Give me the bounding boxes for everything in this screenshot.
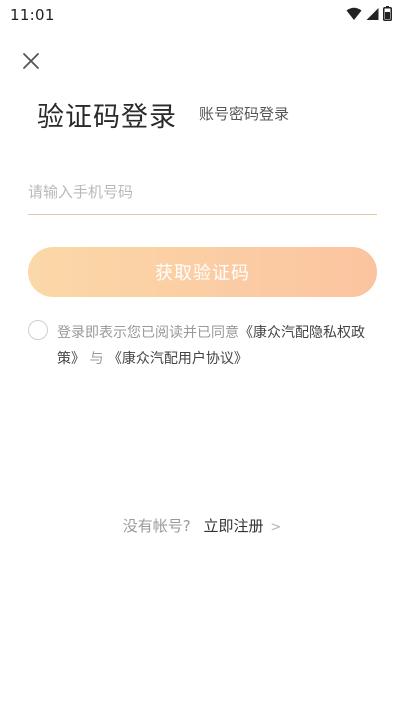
phone-input[interactable] [28, 170, 377, 215]
close-button[interactable] [18, 48, 44, 74]
chevron-right-icon: > [270, 520, 282, 535]
agreement-joiner: 与 [89, 351, 104, 367]
agreement-text: 登录即表示您已阅读并已同意《康众汽配隐私权政策》 与 《康众汽配用户协议》 [57, 320, 377, 372]
wifi-icon [346, 6, 362, 25]
agreement-checkbox[interactable] [28, 320, 48, 340]
register-link[interactable]: 立即注册 [204, 517, 264, 535]
register-row: 没有帐号? 立即注册 > [0, 515, 404, 536]
password-login-tab[interactable]: 账号密码登录 [199, 103, 289, 124]
page-title: 验证码登录 [37, 102, 177, 133]
status-time: 11:01 [10, 6, 55, 24]
status-bar: 11:01 [0, 0, 404, 32]
close-icon [23, 53, 39, 69]
signal-icon [366, 6, 379, 25]
user-agreement-link[interactable]: 《康众汽配用户协议》 [108, 351, 248, 367]
register-prompt: 没有帐号? [122, 517, 191, 535]
get-code-button[interactable]: 获取验证码 [28, 247, 377, 297]
battery-icon [383, 5, 392, 25]
status-icons [346, 5, 392, 25]
agreement-prefix: 登录即表示您已阅读并已同意 [57, 325, 239, 341]
